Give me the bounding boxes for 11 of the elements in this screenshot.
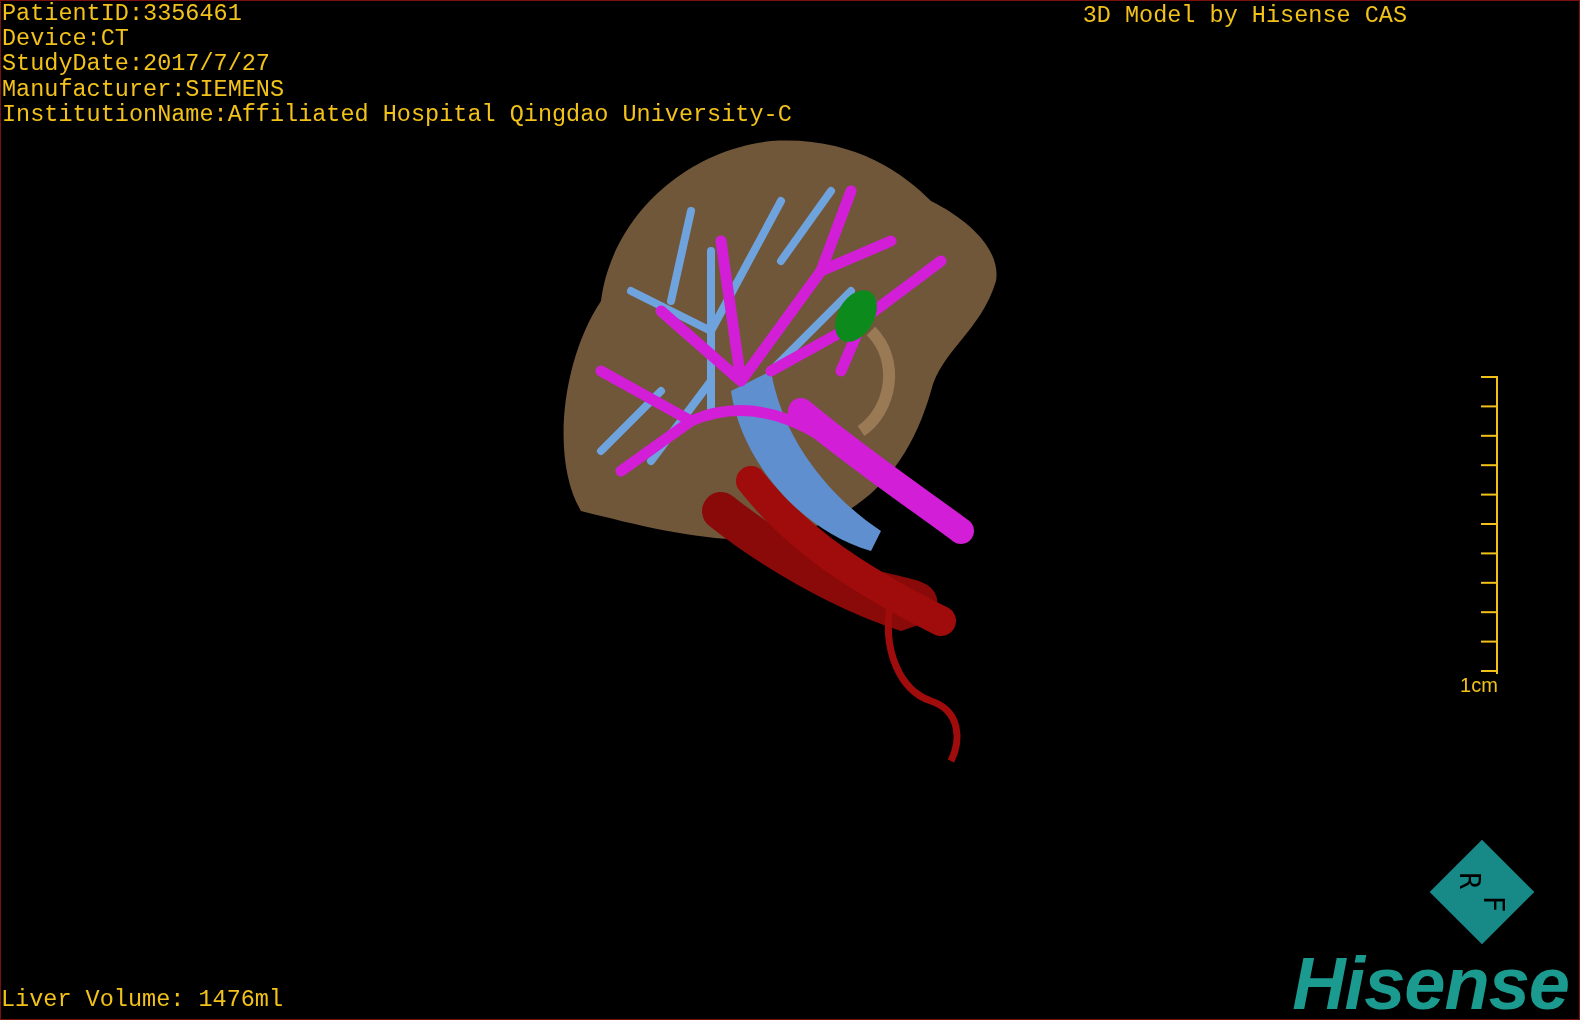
scale-bar-icon (1481, 376, 1501, 674)
orientation-marker[interactable]: R F (1429, 839, 1535, 945)
liver-volume-text: Liver Volume: 1476ml (1, 985, 284, 1015)
scale-label: 1cm (1460, 674, 1498, 696)
viewer-title: 3D Model by Hisense CAS (1082, 1, 1407, 31)
patient-info-text: StudyDate:2017/7/27 (2, 51, 271, 77)
patient-info-text: InstitutionName:Affiliated Hospital Qingdao University-C (2, 101, 792, 127)
patient-info-text: Manufacturer:SIEMENS (2, 76, 286, 102)
patient-info-text: PatientID:3356461 (2, 1, 243, 27)
patient-info-text: Device:CT (2, 26, 129, 52)
brand-logo: Hisense (1292, 949, 1570, 1019)
